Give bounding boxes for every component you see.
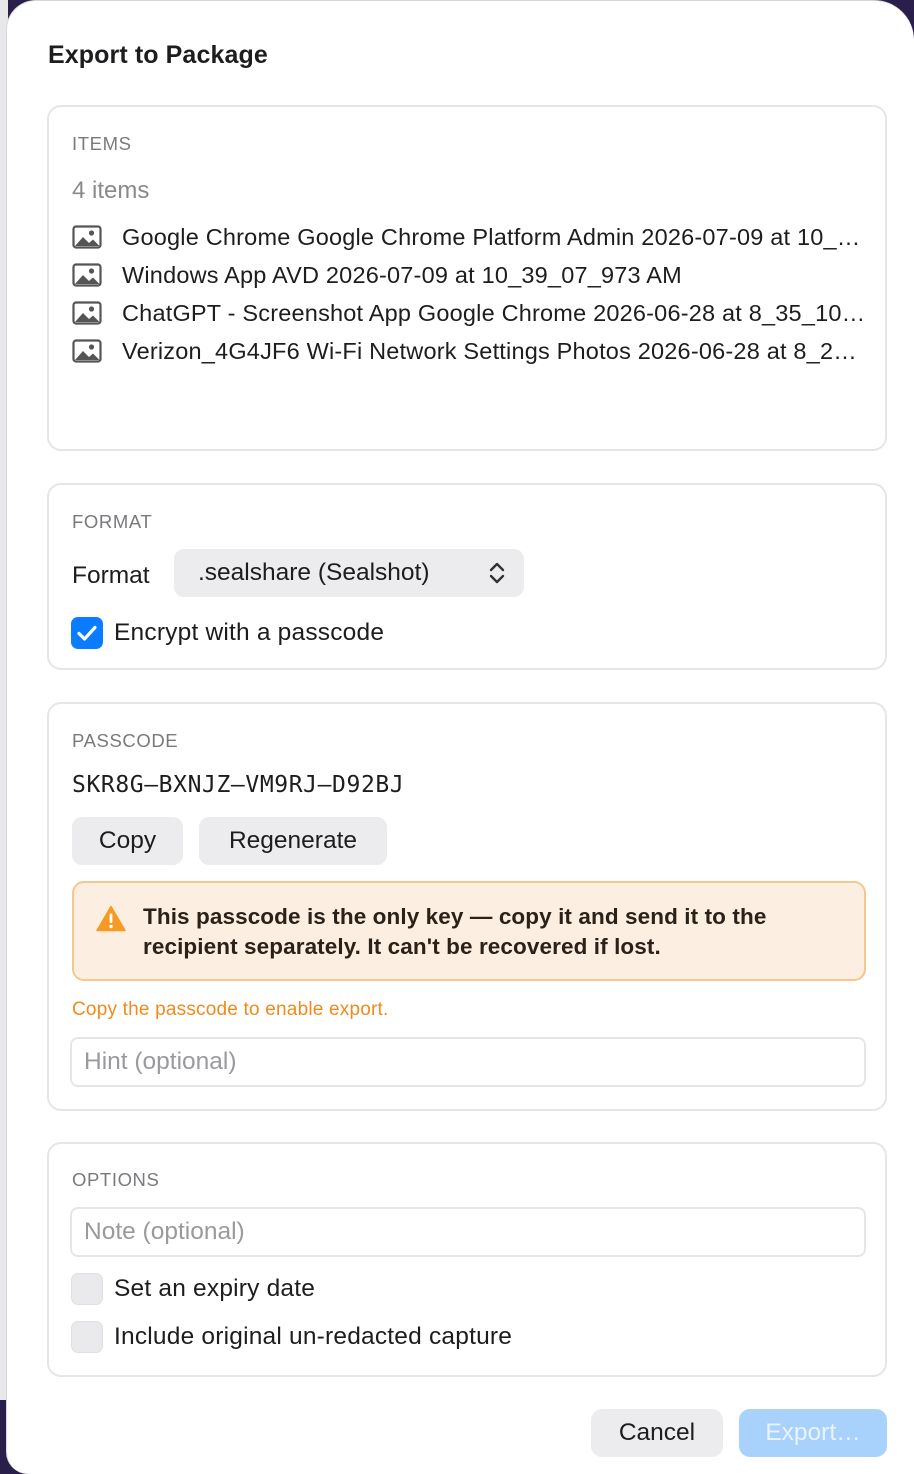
note-field[interactable] <box>70 1207 866 1257</box>
passcode-section-label: PASSCODE <box>72 730 179 751</box>
chevron-up-down-icon <box>489 562 505 584</box>
export-button[interactable]: Export… <box>739 1409 887 1457</box>
list-item: Google Chrome Google Chrome Platform Adm… <box>72 221 872 253</box>
copy-button[interactable]: Copy <box>72 817 183 865</box>
format-selected-value: .sealshare (Sealshot) <box>198 559 430 586</box>
items-section: ITEMS 4 items Google Chrome Google Chrom… <box>47 105 887 451</box>
encrypt-checkbox[interactable] <box>71 617 103 649</box>
original-capture-checkbox-row[interactable]: Include original un-redacted capture <box>71 1321 512 1353</box>
passcode-section: PASSCODE SKR8G–BXNJZ–VM9RJ–D92BJ Copy Re… <box>47 702 887 1111</box>
image-icon <box>72 263 102 287</box>
note-input[interactable] <box>72 1209 864 1255</box>
item-name: Google Chrome Google Chrome Platform Adm… <box>122 223 867 250</box>
format-section: FORMAT Format .sealshare (Sealshot) Encr… <box>47 483 887 670</box>
dialog-title: Export to Package <box>48 41 268 69</box>
options-section: OPTIONS Set an expiry date Include origi… <box>47 1142 887 1377</box>
regenerate-button[interactable]: Regenerate <box>199 817 387 865</box>
item-name: Windows App AVD 2026-07-09 at 10_39_07_9… <box>122 261 682 288</box>
passcode-warning-banner: This passcode is the only key — copy it … <box>72 881 866 981</box>
cancel-button[interactable]: Cancel <box>591 1409 723 1457</box>
expiry-checkbox[interactable] <box>71 1273 103 1305</box>
format-select[interactable]: .sealshare (Sealshot) <box>174 549 524 597</box>
warning-text: This passcode is the only key — copy it … <box>143 904 767 959</box>
image-icon <box>72 339 102 363</box>
warning-icon <box>96 905 126 932</box>
items-section-label: ITEMS <box>72 133 132 154</box>
expiry-checkbox-row[interactable]: Set an expiry date <box>71 1273 315 1305</box>
checkmark-icon <box>77 625 97 641</box>
format-section-label: FORMAT <box>72 511 153 532</box>
image-icon <box>72 225 102 249</box>
format-label: Format <box>72 562 150 589</box>
expiry-label: Set an expiry date <box>114 1275 316 1302</box>
original-capture-label: Include original un-redacted capture <box>114 1323 513 1350</box>
item-name: ChatGPT - Screenshot App Google Chrome 2… <box>122 299 867 326</box>
hint-field[interactable] <box>70 1037 866 1087</box>
list-item: Windows App AVD 2026-07-09 at 10_39_07_9… <box>72 259 872 291</box>
items-count: 4 items <box>72 177 150 204</box>
copy-required-message: Copy the passcode to enable export. <box>72 999 389 1020</box>
original-capture-checkbox[interactable] <box>71 1321 103 1353</box>
options-section-label: OPTIONS <box>72 1169 160 1190</box>
encrypt-label: Encrypt with a passcode <box>114 619 385 646</box>
list-item: Verizon_4G4JF6 Wi-Fi Network Settings Ph… <box>72 335 872 367</box>
passcode-value: SKR8G–BXNJZ–VM9RJ–D92BJ <box>72 772 405 798</box>
hint-input[interactable] <box>72 1039 864 1085</box>
encrypt-checkbox-row[interactable]: Encrypt with a passcode <box>71 617 384 649</box>
list-item: ChatGPT - Screenshot App Google Chrome 2… <box>72 297 872 329</box>
image-icon <box>72 301 102 325</box>
export-dialog: Export to Package ITEMS 4 items Google C… <box>6 0 914 1474</box>
item-name: Verizon_4G4JF6 Wi-Fi Network Settings Ph… <box>122 337 867 364</box>
